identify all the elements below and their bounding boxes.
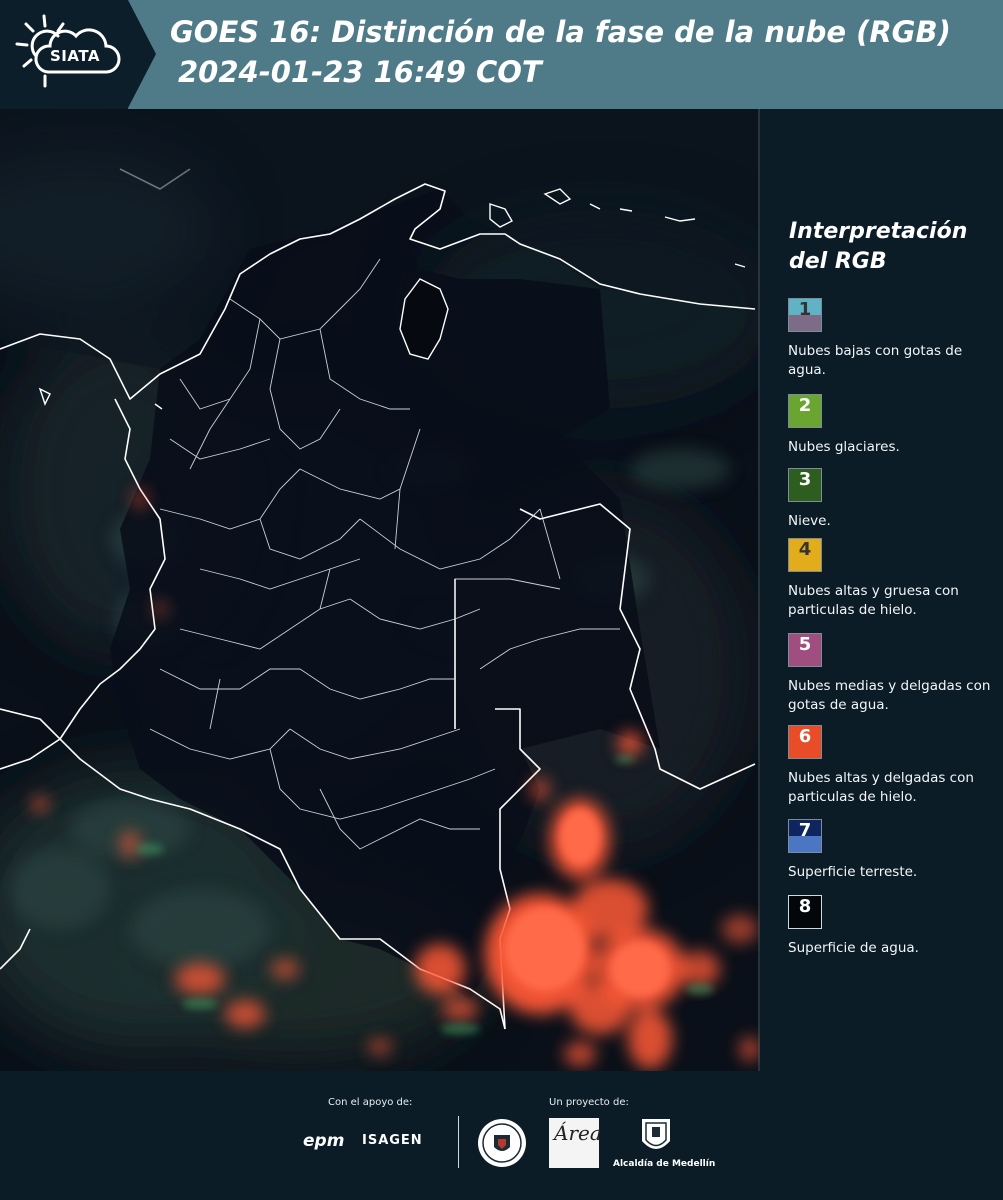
legend-swatch-4: 4 xyxy=(788,538,822,572)
legend-swatch-2: 2 xyxy=(788,394,822,428)
isagen-logo: ISAGEN xyxy=(362,1133,423,1148)
legend-number: 2 xyxy=(798,395,812,416)
medellin-shield-icon xyxy=(642,1119,670,1149)
legend-swatch-3: 3 xyxy=(788,468,822,502)
legend-item-7: 7 Superficie terreste. xyxy=(788,819,998,882)
medellin-seal-icon xyxy=(478,1119,526,1167)
legend-number: 4 xyxy=(798,539,812,560)
legend-swatch-7: 7 xyxy=(788,819,822,853)
legend-panel: Interpretación del RGB 1 Nubes bajas con… xyxy=(760,109,1003,1071)
legend-item-1: 1 Nubes bajas con gotas de agua. xyxy=(788,298,998,380)
legend-label: Nubes bajas con gotas de agua. xyxy=(788,343,963,378)
legend-swatch-8: 8 xyxy=(788,895,822,929)
legend-item-6: 6 Nubes altas y delgadas con particulas … xyxy=(788,725,998,807)
legend-number: 1 xyxy=(798,299,812,320)
legend-item-4: 4 Nubes altas y gruesa con particulas de… xyxy=(788,538,998,620)
legend-number: 3 xyxy=(798,469,812,490)
header-bar: SIATA GOES 16: Distinción de la fase de … xyxy=(0,0,1003,109)
legend-label: Nubes altas y delgadas con particulas de… xyxy=(788,770,974,805)
legend-title: Interpretación del RGB xyxy=(789,219,968,274)
medellin-label: Alcaldía de Medellín xyxy=(613,1159,716,1169)
logo-arrow-shape xyxy=(128,0,156,108)
legend-number: 6 xyxy=(798,726,812,747)
page-title: GOES 16: Distinción de la fase de la nub… xyxy=(170,15,951,49)
satellite-map xyxy=(0,109,760,1071)
footer-sponsors: Con el apoyo de: Un proyecto de: epm ISA… xyxy=(0,1071,1003,1200)
legend-label: Nubes altas y gruesa con particulas de h… xyxy=(788,583,959,618)
legend-label: Nieve. xyxy=(788,513,831,529)
legend-label: Superficie terreste. xyxy=(788,864,918,880)
legend-item-5: 5 Nubes medias y delgadas con gotas de a… xyxy=(788,633,998,715)
siata-logo-text: SIATA xyxy=(50,47,101,65)
support-label: Con el apoyo de: xyxy=(328,1097,413,1108)
legend-swatch-1: 1 xyxy=(788,298,822,332)
legend-item-3: 3 Nieve. xyxy=(788,468,998,531)
legend-number: 7 xyxy=(798,820,812,841)
legend-item-8: 8 Superficie de agua. xyxy=(788,895,998,958)
epm-logo: epm xyxy=(303,1131,345,1151)
legend-label: Superficie de agua. xyxy=(788,940,919,956)
legend-label: Nubes medias y delgadas con gotas de agu… xyxy=(788,678,991,713)
legend-number: 8 xyxy=(798,896,812,917)
project-label: Un proyecto de: xyxy=(549,1097,629,1108)
legend-swatch-5: 5 xyxy=(788,633,822,667)
legend-label: Nubes glaciares. xyxy=(788,439,900,455)
page-timestamp: 2024-01-23 16:49 COT xyxy=(178,55,542,89)
footer-divider xyxy=(458,1116,459,1168)
legend-swatch-6: 6 xyxy=(788,725,822,759)
legend-number: 5 xyxy=(798,634,812,655)
legend-item-2: 2 Nubes glaciares. xyxy=(788,394,998,457)
area-metropolitana-text: Área xyxy=(554,1121,602,1145)
